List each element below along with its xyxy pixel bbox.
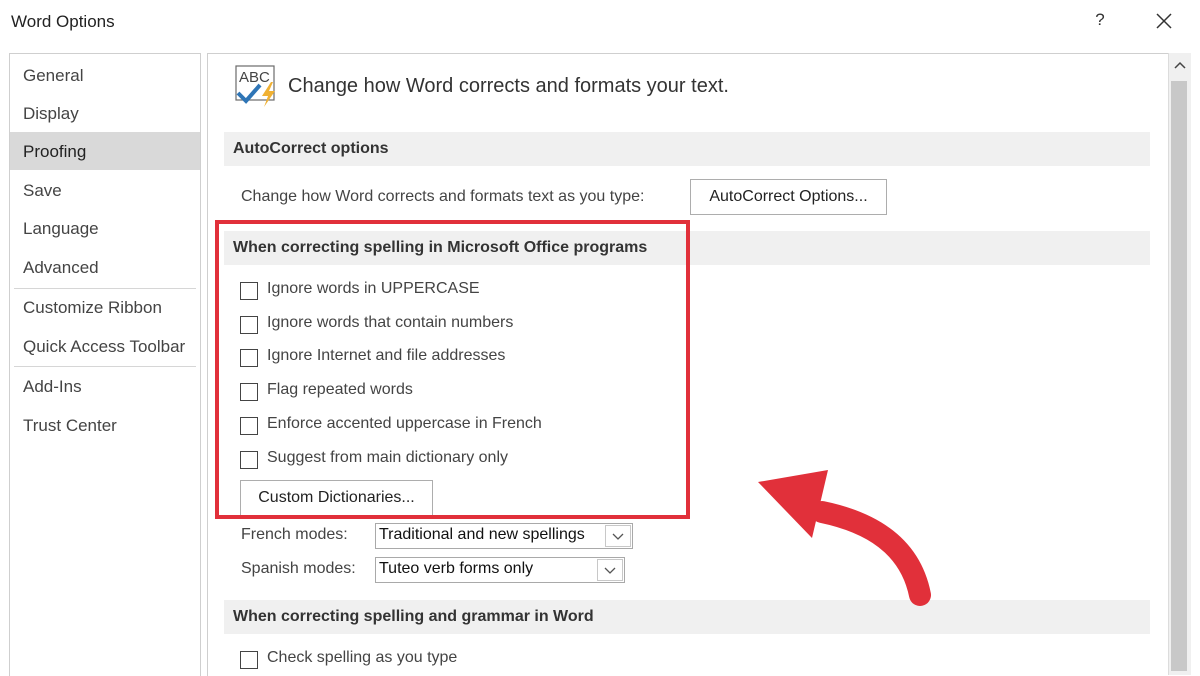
- dropdown-button[interactable]: [597, 559, 623, 581]
- spanish-modes-select[interactable]: Tuteo verb forms only: [375, 557, 625, 583]
- help-button[interactable]: ?: [1090, 10, 1110, 34]
- custom-dictionaries-button[interactable]: Custom Dictionaries...: [240, 480, 433, 516]
- sidebar-item-add-ins[interactable]: Add-Ins: [10, 367, 200, 405]
- sidebar-item-display[interactable]: Display: [10, 94, 200, 132]
- ignore-uppercase-checkbox[interactable]: [240, 282, 258, 300]
- sidebar-item-label: Display: [23, 104, 79, 123]
- proofing-icon-text: ABC: [239, 69, 270, 86]
- chevron-down-icon: [604, 567, 616, 574]
- option-label: Check spelling as you type: [267, 649, 458, 666]
- scroll-thumb[interactable]: [1171, 81, 1187, 671]
- suggest-main-dictionary-checkbox[interactable]: [240, 451, 258, 469]
- sidebar-item-label: General: [23, 66, 84, 85]
- ignore-internet-addresses-checkbox[interactable]: [240, 349, 258, 367]
- flag-repeated-words-checkbox[interactable]: [240, 383, 258, 401]
- window-title: Word Options: [11, 12, 115, 31]
- enforce-accented-uppercase-checkbox[interactable]: [240, 417, 258, 435]
- section-title: AutoCorrect options: [233, 140, 389, 157]
- option-label: Ignore Internet and file addresses: [267, 347, 506, 364]
- section-title: When correcting spelling and grammar in …: [233, 608, 594, 625]
- french-modes-select[interactable]: Traditional and new spellings: [375, 523, 633, 549]
- sidebar-item-label: Quick Access Toolbar: [23, 337, 186, 356]
- office-spelling-section-header: When correcting spelling in Microsoft Of…: [224, 231, 1150, 265]
- close-icon: [1156, 13, 1172, 29]
- option-label: Flag repeated words: [267, 381, 413, 398]
- close-button[interactable]: [1152, 8, 1176, 34]
- sidebar-item-customize-ribbon[interactable]: Customize Ribbon: [10, 288, 200, 326]
- option-label: Enforce accented uppercase in French: [267, 415, 542, 432]
- sidebar-item-proofing[interactable]: Proofing: [10, 132, 200, 170]
- vertical-scrollbar[interactable]: [1168, 53, 1191, 675]
- select-value: Traditional and new spellings: [379, 526, 585, 543]
- sidebar-item-label: Language: [23, 219, 99, 238]
- french-modes-label: French modes:: [241, 526, 348, 543]
- sidebar-item-trust-center[interactable]: Trust Center: [10, 406, 200, 444]
- sidebar-item-label: Add-Ins: [23, 377, 82, 396]
- scroll-up-icon[interactable]: [1171, 57, 1189, 75]
- word-spelling-section-header: When correcting spelling and grammar in …: [224, 600, 1150, 634]
- autocorrect-options-button[interactable]: AutoCorrect Options...: [690, 179, 887, 215]
- sidebar-item-label: Advanced: [23, 258, 99, 277]
- spanish-modes-label: Spanish modes:: [241, 560, 356, 577]
- option-label: Ignore words that contain numbers: [267, 314, 514, 331]
- autocorrect-section-header: AutoCorrect options: [224, 132, 1150, 166]
- sidebar-item-label: Customize Ribbon: [23, 298, 162, 317]
- sidebar-item-label: Proofing: [23, 142, 87, 161]
- sidebar-item-label: Trust Center: [23, 416, 117, 435]
- ignore-numbers-checkbox[interactable]: [240, 316, 258, 334]
- dropdown-button[interactable]: [605, 525, 631, 547]
- chevron-down-icon: [612, 533, 624, 540]
- proofing-abc-icon: ABC: [235, 65, 275, 107]
- sidebar-item-quick-access-toolbar[interactable]: Quick Access Toolbar: [10, 327, 200, 365]
- page-title: Change how Word corrects and formats you…: [288, 75, 729, 97]
- sidebar-item-save[interactable]: Save: [10, 171, 200, 209]
- proofing-panel: ABC Change how Word corrects and formats…: [207, 53, 1169, 676]
- sidebar-item-general[interactable]: General: [10, 56, 200, 94]
- options-sidebar: General Display Proofing Save Language A…: [9, 53, 201, 676]
- section-title: When correcting spelling in Microsoft Of…: [233, 239, 648, 256]
- title-bar: Word Options ?: [0, 0, 1200, 44]
- check-spelling-checkbox[interactable]: [240, 651, 258, 669]
- sidebar-item-language[interactable]: Language: [10, 209, 200, 247]
- option-label: Suggest from main dictionary only: [267, 449, 508, 466]
- select-value: Tuteo verb forms only: [379, 560, 534, 577]
- sidebar-item-advanced[interactable]: Advanced: [10, 248, 200, 286]
- autocorrect-description: Change how Word corrects and formats tex…: [241, 188, 645, 205]
- sidebar-item-label: Save: [23, 181, 62, 200]
- option-label: Ignore words in UPPERCASE: [267, 280, 480, 297]
